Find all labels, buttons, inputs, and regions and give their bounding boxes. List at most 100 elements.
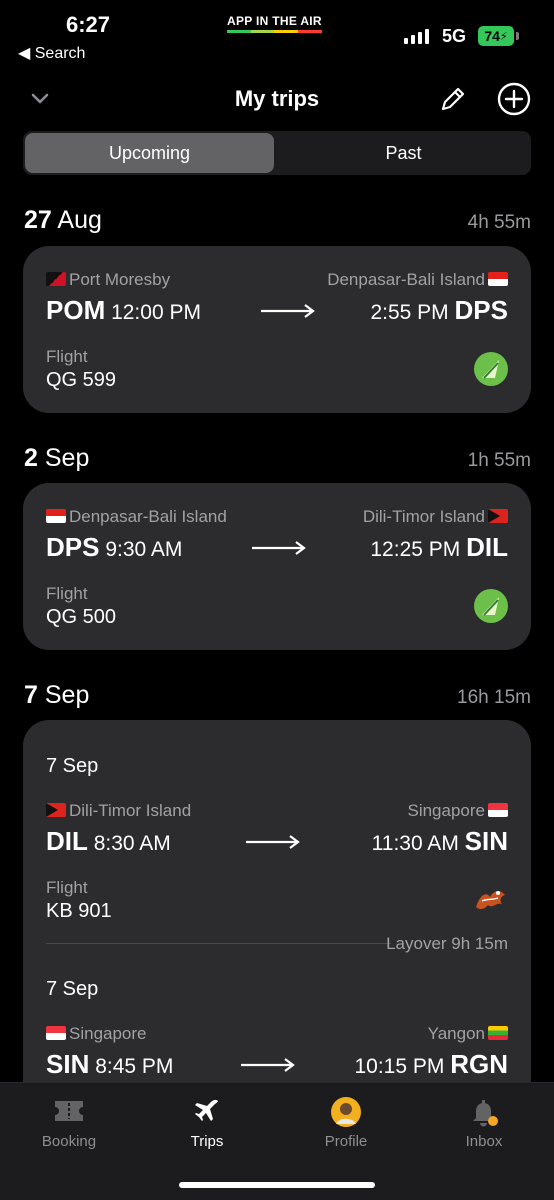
arrow-right-icon [260, 303, 316, 324]
arrow-right-icon [245, 834, 301, 855]
departure-city: Singapore [46, 1024, 147, 1044]
arrival-city: Yangon [428, 1024, 508, 1044]
citilink-logo-icon [474, 589, 508, 628]
home-indicator[interactable] [179, 1182, 375, 1188]
flag-icon [46, 272, 66, 286]
tab-label: Trips [190, 1133, 224, 1150]
trip-date-month: Aug [57, 206, 102, 234]
tab-label: Inbox [465, 1133, 503, 1150]
departure-city: Dili-Timor Island [46, 801, 191, 821]
arrival-city-name: Denpasar-Bali Island [327, 270, 485, 289]
trip-date-day: 2 [24, 444, 38, 472]
arrival-city: Singapore [407, 801, 508, 821]
trip-date-day: 27 [24, 206, 52, 234]
arrival-city-name: Yangon [427, 1024, 485, 1043]
arrival-code: RGN [450, 1049, 508, 1079]
flight-type-label: Flight [46, 878, 88, 897]
trip-card[interactable]: Port Moresby Denpasar-Bali Island POM 12… [23, 246, 531, 413]
druk-air-logo-icon [474, 887, 508, 918]
flag-icon [488, 803, 508, 817]
arrival-code: DIL [466, 532, 508, 562]
trip-card[interactable]: Denpasar-Bali Island Dili-Timor Island D… [23, 483, 531, 650]
flight-type-label: Flight [46, 347, 88, 366]
add-trip-button[interactable] [497, 82, 531, 121]
arrival-code: SIN [464, 826, 508, 856]
arrival-time: 11:30 AM [371, 832, 459, 855]
departure: DPS 9:30 AM [46, 532, 182, 563]
arrival-city-name: Dili-Timor Island [362, 507, 485, 526]
trip-date-header: 7 Sep [24, 681, 89, 710]
departure-time: 8:30 AM [93, 832, 171, 855]
flag-icon [488, 509, 508, 523]
trip-date-header: 27 Aug [24, 206, 102, 235]
departure-code: SIN [46, 1049, 90, 1079]
flag-icon [46, 509, 66, 523]
battery-level: 74 [484, 28, 500, 44]
network-type: 5G [442, 26, 467, 46]
arrival-city: Dili-Timor Island [363, 507, 508, 527]
departure-code: DPS [46, 532, 100, 562]
flight-times: POM 12:00 PM 2:55 PM DPS [46, 295, 508, 329]
layover-divider [46, 943, 391, 944]
arrival: 10:15 PM RGN [354, 1049, 508, 1080]
app-banner: APP IN THE AIR [227, 14, 322, 33]
app-banner-label: APP IN THE AIR [227, 14, 322, 28]
tab-label: Booking [41, 1133, 97, 1150]
arrival: 12:25 PM DIL [370, 532, 508, 563]
departure: POM 12:00 PM [46, 295, 201, 326]
arrow-right-icon [251, 540, 307, 561]
trip-duration: 4h 55m [467, 212, 531, 233]
booking-icon [0, 1097, 138, 1125]
departure-time: 8:45 PM [95, 1055, 174, 1078]
arrival-time: 10:15 PM [354, 1055, 445, 1078]
arrival-city: Denpasar-Bali Island [327, 270, 508, 290]
leg-date: 7 Sep [46, 978, 99, 1000]
battery-icon: 74 ⚡ [478, 26, 514, 46]
flight-number: QG 500 [46, 606, 117, 628]
flight-times: DIL 8:30 AM 11:30 AM SIN [46, 826, 508, 860]
arrival-time: 2:55 PM [370, 301, 449, 324]
layover-duration: Layover 9h 15m [386, 934, 508, 953]
airplane-icon [138, 1097, 276, 1127]
trip-duration: 16h 15m [457, 687, 531, 708]
edit-pencil-icon[interactable] [438, 84, 468, 119]
trip-card[interactable]: 7 Sep Dili-Timor Island Singapore DIL 8:… [23, 720, 531, 1140]
arrival-time: 12:25 PM [370, 538, 461, 561]
tab-past[interactable]: Past [278, 133, 529, 173]
arrival: 11:30 AM SIN [372, 826, 508, 857]
departure-city: Denpasar-Bali Island [46, 507, 227, 527]
flag-icon [46, 803, 66, 817]
page-title: My trips [234, 86, 320, 111]
status-time: 6:27 [66, 12, 111, 37]
departure: SIN 8:45 PM [46, 1049, 173, 1080]
arrival: 2:55 PM DPS [370, 295, 508, 326]
back-to-search-link[interactable]: ◀ Search [18, 43, 85, 63]
trip-duration: 1h 55m [467, 450, 531, 471]
trips-segmented-control: Upcoming Past [23, 131, 531, 175]
departure-city-name: Dili-Timor Island [69, 801, 192, 820]
flight-times: DPS 9:30 AM 12:25 PM DIL [46, 532, 508, 566]
avatar [277, 1097, 415, 1127]
departure-city: Port Moresby [46, 270, 170, 290]
flight-number: QG 599 [46, 369, 117, 391]
departure-city-name: Port Moresby [69, 270, 171, 289]
trip-date-header: 2 Sep [24, 444, 89, 473]
departure-code: POM [46, 295, 106, 325]
arrival-code: DPS [454, 295, 508, 325]
signal-icon [404, 28, 429, 44]
arrival-city-name: Singapore [407, 801, 485, 820]
bell-icon [415, 1097, 553, 1129]
flight-times: SIN 8:45 PM 10:15 PM RGN [46, 1049, 508, 1083]
arrow-right-icon [240, 1057, 296, 1078]
departure-city-name: Denpasar-Bali Island [69, 507, 227, 526]
status-bar: 6:27 ◀ Search APP IN THE AIR 5G 74 ⚡ [0, 0, 554, 70]
tab-upcoming[interactable]: Upcoming [25, 133, 274, 173]
flag-icon [46, 1026, 66, 1040]
battery-tip [516, 32, 519, 40]
departure-time: 9:30 AM [105, 538, 183, 561]
flight-type-label: Flight [46, 584, 88, 603]
trip-date-day: 7 [24, 681, 38, 709]
citilink-logo-icon [474, 352, 508, 391]
tab-label: Profile [324, 1133, 368, 1150]
flight-number: KB 901 [46, 900, 112, 922]
